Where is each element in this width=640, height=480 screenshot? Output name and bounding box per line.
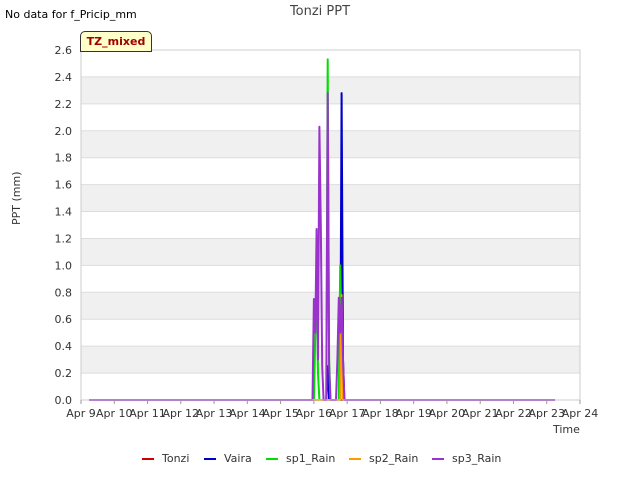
x-tick-label: Apr 23 (528, 407, 565, 420)
grid-band (81, 76, 580, 104)
x-tick-label: Apr 18 (362, 407, 399, 420)
y-tick-label: 1.6 (55, 179, 73, 192)
grid-band (81, 292, 580, 320)
site-badge: TZ_mixed (80, 31, 152, 52)
legend-swatch (349, 458, 361, 460)
x-tick-label: Apr 22 (495, 407, 532, 420)
x-tick-label: Apr 14 (229, 407, 266, 420)
x-tick-label: Apr 16 (296, 407, 333, 420)
legend-label: sp3_Rain (452, 452, 502, 465)
grid-band (81, 346, 580, 374)
legend-item[interactable]: sp3_Rain (432, 452, 501, 465)
grid-band (81, 238, 580, 266)
y-tick-label: 0.6 (55, 313, 73, 326)
y-tick-label: 1.0 (55, 259, 73, 272)
x-tick-label: Apr 12 (163, 407, 200, 420)
y-tick-label: 1.8 (55, 152, 73, 165)
y-tick-label: 2.6 (55, 44, 73, 57)
chart-plot: 0.0 0.2 0.4 0.6 0.8 1.0 1.2 1.4 1.6 1.8 2.0 2.2 2.4 2… (55, 44, 599, 420)
legend-item[interactable]: sp2_Rain (349, 452, 418, 465)
y-tick-label: 2.0 (55, 125, 73, 138)
y-tick-label: 1.4 (55, 206, 73, 219)
grid-band (81, 184, 580, 212)
y-tick-label: 1.2 (55, 232, 73, 245)
legend-label: sp2_Rain (369, 452, 419, 465)
x-tick-label: Apr 15 (262, 407, 299, 420)
legend-label: Vaira (224, 452, 252, 465)
legend-item[interactable]: Vaira (204, 452, 252, 465)
legend-swatch (266, 458, 278, 460)
legend-item[interactable]: sp1_Rain (266, 452, 335, 465)
legend-item[interactable]: Tonzi (142, 452, 189, 465)
x-tick-label: Apr 24 (562, 407, 599, 420)
legend-label: Tonzi (162, 452, 190, 465)
legend: Tonzi Vaira sp1_Rain sp2_Rain sp3_Rain (0, 452, 640, 470)
y-tick-label: 2.4 (55, 71, 73, 84)
x-tick-label: Apr 21 (462, 407, 499, 420)
y-tick-label: 0.4 (55, 340, 73, 353)
legend-swatch (204, 458, 216, 460)
x-tick-label: Apr 17 (329, 407, 366, 420)
x-tick-label: Apr 10 (96, 407, 133, 420)
x-tick-label: Apr 19 (395, 407, 432, 420)
y-tick-label: 0.8 (55, 286, 73, 299)
legend-label: sp1_Rain (286, 452, 336, 465)
legend-swatch (432, 458, 444, 460)
x-tick-label: Apr 20 (429, 407, 466, 420)
x-tick-label: Apr 9 (66, 407, 96, 420)
x-tick-label: Apr 11 (129, 407, 166, 420)
y-tick-label: 0.0 (55, 394, 73, 407)
legend-swatch (142, 458, 154, 460)
y-tick-label: 2.2 (55, 98, 73, 111)
y-tick-label: 0.2 (55, 367, 73, 380)
grid-band (81, 130, 580, 158)
x-tick-label: Apr 13 (196, 407, 233, 420)
